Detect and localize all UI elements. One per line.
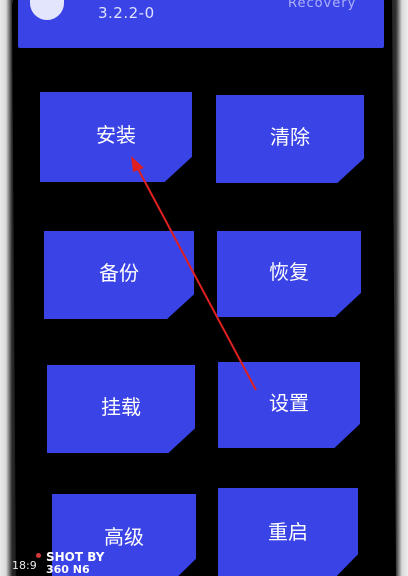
wipe-button[interactable]: 清除: [216, 95, 364, 183]
header-title-partial: Recovery: [288, 0, 357, 11]
restore-button-label: 恢复: [269, 259, 309, 284]
phone-photo: Recovery 3.2.2-0 安装 清除 备份 恢复 挂载 设置 高级 重启…: [0, 0, 408, 576]
advanced-button-label: 高级: [104, 524, 144, 549]
reboot-button[interactable]: 重启: [218, 488, 358, 576]
wipe-button-label: 清除: [270, 124, 310, 149]
settings-button-label: 设置: [269, 390, 309, 415]
watermark-dot-icon: [36, 553, 41, 558]
settings-button[interactable]: 设置: [218, 362, 360, 448]
watermark-model: 360 N6: [46, 563, 90, 576]
backup-button[interactable]: 备份: [44, 231, 194, 319]
watermark-time: 18:9: [12, 559, 37, 572]
watermark-shot-by: SHOT BY: [46, 550, 105, 564]
restore-button[interactable]: 恢复: [217, 231, 361, 317]
backup-button-label: 备份: [99, 260, 139, 285]
version-label: 3.2.2-0: [98, 4, 155, 22]
install-button-label: 安装: [96, 122, 136, 147]
logo-icon: [30, 0, 64, 20]
mount-button-label: 挂载: [101, 394, 141, 419]
install-button[interactable]: 安装: [40, 92, 192, 182]
reboot-button-label: 重启: [268, 519, 308, 544]
mount-button[interactable]: 挂载: [47, 365, 195, 453]
shot-by-watermark: 18:9 SHOT BY 360 N6: [6, 548, 116, 576]
recovery-header: Recovery 3.2.2-0: [18, 0, 384, 48]
